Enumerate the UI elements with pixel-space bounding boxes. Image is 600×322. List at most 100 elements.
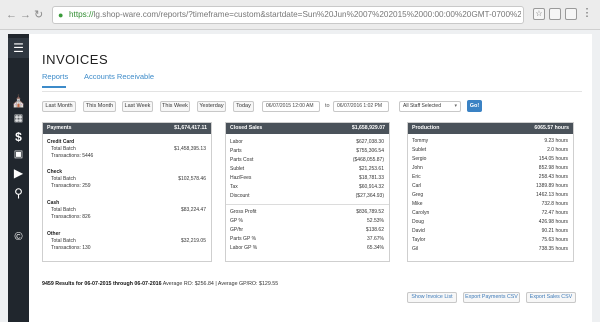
sales-row-value: $18,781.33 xyxy=(358,175,384,181)
go-button[interactable]: Go! xyxy=(467,100,482,112)
production-title: Production xyxy=(412,125,440,131)
extension-icon-2[interactable] xyxy=(565,8,577,20)
play-icon[interactable]: ▶ xyxy=(8,166,29,180)
export-payments-csv-button[interactable]: Export Payments CSV xyxy=(463,292,520,303)
sales-row-label: Tax xyxy=(230,184,238,190)
sales-row-label: Parts Cost xyxy=(230,157,254,163)
forward-icon[interactable]: → xyxy=(20,9,31,21)
production-header: Production 6065.57 hours xyxy=(408,123,573,134)
batch-label: Total Batch xyxy=(51,207,76,213)
transactions-label: Transactions: 130 xyxy=(51,245,91,251)
tech-hours: 75.63 hours xyxy=(541,237,568,243)
export-sales-csv-button[interactable]: Export Sales CSV xyxy=(526,292,576,303)
tech-name: Gil xyxy=(412,246,419,252)
lock-icon: ● xyxy=(58,10,64,20)
results-averages: Average RO: $256.84 | Average GP/RO: $12… xyxy=(161,281,279,287)
main-content: INVOICES Reports Accounts Receivable Las… xyxy=(29,34,592,322)
batch-value: $102,578.46 xyxy=(178,176,206,182)
tech-name: Greg xyxy=(412,192,424,198)
closed-sales-header: Closed Sales $1,658,929.07 xyxy=(226,123,389,134)
tech-hours: 426.98 hours xyxy=(538,219,568,225)
sales-row-value: ($27,364.93) xyxy=(355,193,384,199)
browser-toolbar: ← → ↻ ● https://lg.shop-ware.com/reports… xyxy=(0,0,600,30)
dollar-icon[interactable]: $ xyxy=(8,130,29,144)
tech-name: Eric xyxy=(412,174,421,180)
menu-icon[interactable]: ☰ xyxy=(8,38,29,58)
tech-hours: 9.23 hours xyxy=(544,138,568,144)
closed-sales-title: Closed Sales xyxy=(230,125,263,131)
this-month-button[interactable]: This Month xyxy=(83,101,116,112)
tech-hours: 90.21 hours xyxy=(541,228,568,234)
contacts-icon[interactable]: ▣ xyxy=(8,148,29,162)
sales-row-label: Labor xyxy=(230,139,243,145)
production-panel: Production 6065.57 hours Tommy 9.23 hour… xyxy=(407,122,574,262)
page-title: INVOICES xyxy=(42,52,109,67)
sales-row-label: Sublet xyxy=(230,166,245,172)
summary-row-label: Parts GP % xyxy=(230,236,257,242)
tech-name: Carl xyxy=(412,183,422,189)
tab-reports[interactable]: Reports xyxy=(42,72,68,81)
sales-row-label: Haz/Fees xyxy=(230,175,252,181)
tech-hours: 1389.89 hours xyxy=(536,183,568,189)
copyright-icon[interactable]: © xyxy=(8,230,29,244)
batch-label: Total Batch xyxy=(51,238,76,244)
app-window: ← → ↻ ● https://lg.shop-ware.com/reports… xyxy=(0,0,600,322)
tech-name: David xyxy=(412,228,425,234)
last-month-button[interactable]: Last Month xyxy=(42,101,76,112)
sales-row-value: $21,253.61 xyxy=(358,166,384,172)
summary-row-label: GP % xyxy=(230,218,243,224)
chevron-down-icon: ▾ xyxy=(454,103,457,109)
end-date-input[interactable]: 06/07/2016 1:02 PM xyxy=(333,101,389,112)
batch-label: Total Batch xyxy=(51,176,76,182)
divider xyxy=(42,91,582,92)
tech-name: Doug xyxy=(412,219,424,225)
today-button[interactable]: Today xyxy=(233,101,254,112)
sales-row-label: Discount xyxy=(230,193,250,199)
transactions-label: Transactions: 259 xyxy=(51,183,91,189)
payments-total: $1,674,417.11 xyxy=(174,125,207,131)
tech-name: Tommy xyxy=(412,138,429,144)
results-summary: 9459 Results for 06-07-2015 through 06-0… xyxy=(42,281,278,287)
tech-hours: 258.43 hours xyxy=(538,174,568,180)
sales-row-value: $627,038.30 xyxy=(356,139,384,145)
extension-icon[interactable] xyxy=(549,8,561,20)
tech-name: John xyxy=(412,165,423,171)
tech-name: Mike xyxy=(412,201,423,207)
star-icon[interactable]: ☆ xyxy=(533,8,545,20)
summary-row-label: Labor GP % xyxy=(230,245,258,251)
summary-row-value: 37.67% xyxy=(367,236,384,242)
summary-row-value: $836,789.52 xyxy=(356,209,384,215)
payments-title: Payments xyxy=(47,125,72,131)
batch-value: $83,224.47 xyxy=(180,207,206,213)
yesterday-button[interactable]: Yesterday xyxy=(197,101,226,112)
summary-row-label: Gross Profit xyxy=(230,209,257,215)
batch-label: Total Batch xyxy=(51,146,76,152)
tech-hours: 732.8 hours xyxy=(541,201,568,207)
search-icon[interactable]: ⚲ xyxy=(8,186,29,200)
summary-row-value: 52.53% xyxy=(367,218,384,224)
sales-row-value: ($468,055.87) xyxy=(352,157,384,163)
sidebar: ☰ ⛪ ▦ $ ▣ ▶ ⚲ © xyxy=(8,34,29,322)
last-week-button[interactable]: Last Week xyxy=(122,101,153,112)
transactions-label: Transactions: 826 xyxy=(51,214,91,220)
menu-dots-icon[interactable]: ⋮ xyxy=(581,8,593,20)
tab-accounts-receivable[interactable]: Accounts Receivable xyxy=(84,72,154,81)
tech-name: Sergio xyxy=(412,156,427,162)
show-invoice-list-button[interactable]: Show Invoice List xyxy=(407,292,457,303)
back-icon[interactable]: ← xyxy=(6,9,17,21)
summary-row-value: 65.34% xyxy=(367,245,384,251)
payments-panel: Payments $1,674,417.11 Credit Card Total… xyxy=(42,122,212,262)
bank-icon[interactable]: ⛪ xyxy=(8,94,29,108)
sales-row-label: Parts xyxy=(230,148,242,154)
sales-row-value: $60,914.32 xyxy=(358,184,384,190)
payment-group-name: Check xyxy=(47,169,63,175)
address-bar[interactable]: ● https://lg.shop-ware.com/reports/?time… xyxy=(52,6,524,24)
calendar-icon[interactable]: ▦ xyxy=(8,112,29,126)
start-date-input[interactable]: 06/07/2015 12:00 AM xyxy=(262,101,320,112)
staff-select[interactable]: All Staff Selected ▾ xyxy=(399,101,461,112)
url-text: https://lg.shop-ware.com/reports/?timefr… xyxy=(69,10,521,19)
reload-icon[interactable]: ↻ xyxy=(34,9,43,21)
this-week-button[interactable]: This Week xyxy=(160,101,190,112)
payment-group-name: Credit Card xyxy=(47,139,75,145)
active-tab-indicator xyxy=(42,86,66,88)
